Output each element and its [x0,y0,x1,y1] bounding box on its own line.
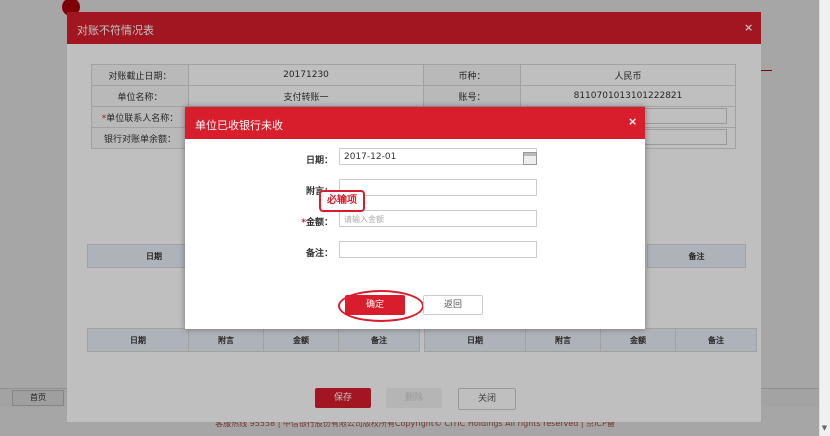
inner-dialog-title: 单位已收银行未收 [195,119,283,132]
back-button[interactable]: 返回 [423,295,483,315]
close-icon[interactable]: × [628,115,637,128]
date-input[interactable]: 2017-12-01 [339,148,537,165]
memo-label: 附言： [185,184,333,197]
inner-dialog-header: 单位已收银行未收 × [185,107,645,139]
required-annotation: 必输项 [319,190,365,212]
remark-input[interactable] [339,241,537,258]
confirm-button[interactable]: 确定 [345,295,405,315]
chevron-down-icon[interactable]: ▼ [819,424,830,434]
memo-input[interactable] [339,179,537,196]
calendar-icon[interactable] [523,152,537,165]
date-label: 日期： [305,156,333,166]
amount-label: *金额： [301,218,333,228]
amount-input[interactable]: 请输入金额 [339,210,537,227]
scrollbar[interactable] [819,0,830,436]
remark-label: 备注： [305,249,333,259]
